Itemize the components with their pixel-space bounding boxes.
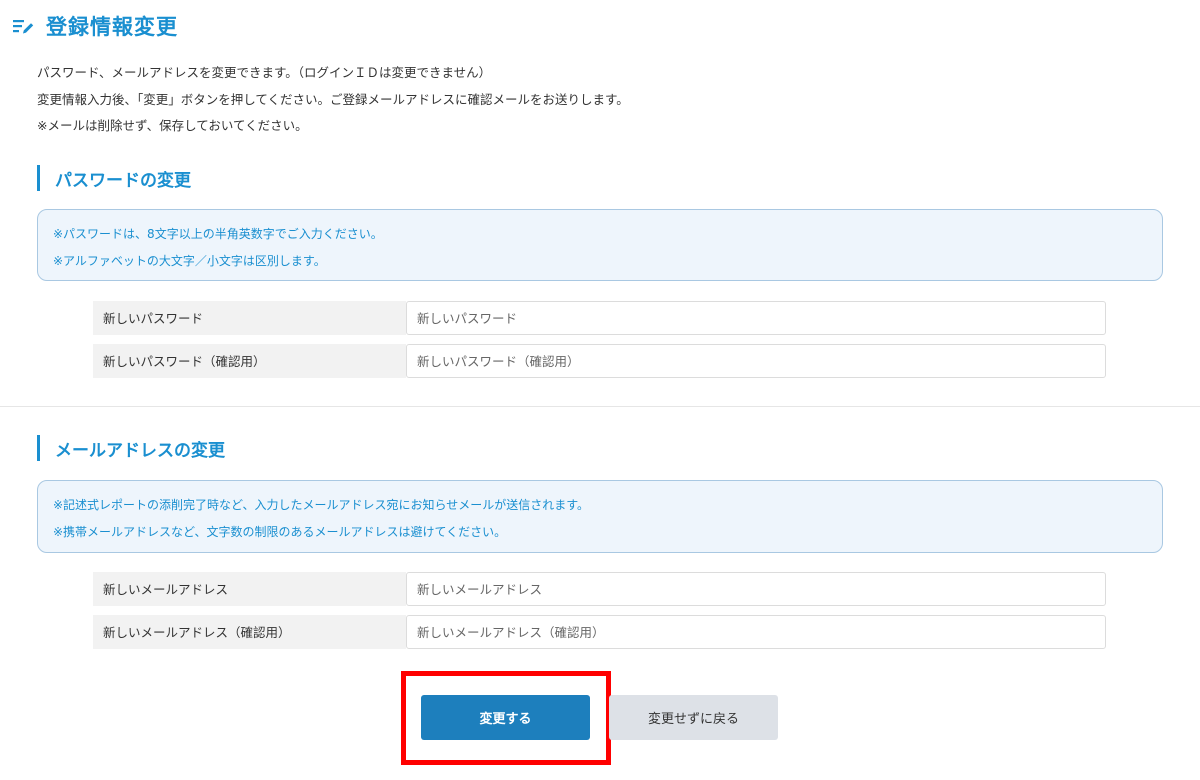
password-section-title: パスワードの変更: [37, 165, 191, 191]
email-note: ※記述式レポートの添削完了時など、入力したメールアドレス宛にお知らせメールが送信…: [53, 498, 590, 512]
password-note-box: ※パスワードは、8文字以上の半角英数字でご入力ください。 ※アルファベットの大文…: [37, 209, 1163, 281]
new-email-label: 新しいメールアドレス: [93, 572, 406, 606]
submit-change-button[interactable]: 変更する: [421, 695, 590, 740]
edit-list-icon: [13, 20, 34, 34]
section-divider: [0, 406, 1200, 407]
email-section-title: メールアドレスの変更: [37, 435, 225, 461]
email-note-box: ※記述式レポートの添削完了時など、入力したメールアドレス宛にお知らせメールが送信…: [37, 480, 1163, 553]
email-note: ※携帯メールアドレスなど、文字数の制限のあるメールアドレスは避けてください。: [53, 524, 507, 539]
password-note: ※アルファベットの大文字／小文字は区別します。: [53, 253, 326, 268]
new-password-row: 新しいパスワード: [93, 301, 1106, 335]
confirm-email-input[interactable]: [406, 615, 1106, 649]
page-header: 登録情報変更: [12, 10, 178, 42]
confirm-password-label: 新しいパスワード（確認用）: [93, 344, 406, 378]
confirm-email-label: 新しいメールアドレス（確認用）: [93, 615, 406, 649]
new-email-input[interactable]: [406, 572, 1106, 606]
intro-line: 変更情報入力後、「変更」ボタンを押してください。ご登録メールアドレスに確認メール…: [37, 91, 629, 107]
new-password-input[interactable]: [406, 301, 1106, 335]
confirm-password-input[interactable]: [406, 344, 1106, 378]
intro-text: パスワード、メールアドレスを変更できます。（ログインＩＤは変更できません） 変更…: [37, 60, 629, 140]
new-email-row: 新しいメールアドレス: [93, 572, 1106, 606]
password-note: ※パスワードは、8文字以上の半角英数字でご入力ください。: [53, 227, 383, 241]
confirm-email-row: 新しいメールアドレス（確認用）: [93, 615, 1106, 649]
page-title: 登録情報変更: [46, 15, 178, 39]
confirm-password-row: 新しいパスワード（確認用）: [93, 344, 1106, 378]
intro-line: パスワード、メールアドレスを変更できます。（ログインＩＤは変更できません）: [37, 65, 492, 80]
intro-line: ※メールは削除せず、保存しておいてください。: [37, 118, 308, 133]
back-without-change-button[interactable]: 変更せずに戻る: [609, 695, 778, 740]
new-password-label: 新しいパスワード: [93, 301, 406, 335]
